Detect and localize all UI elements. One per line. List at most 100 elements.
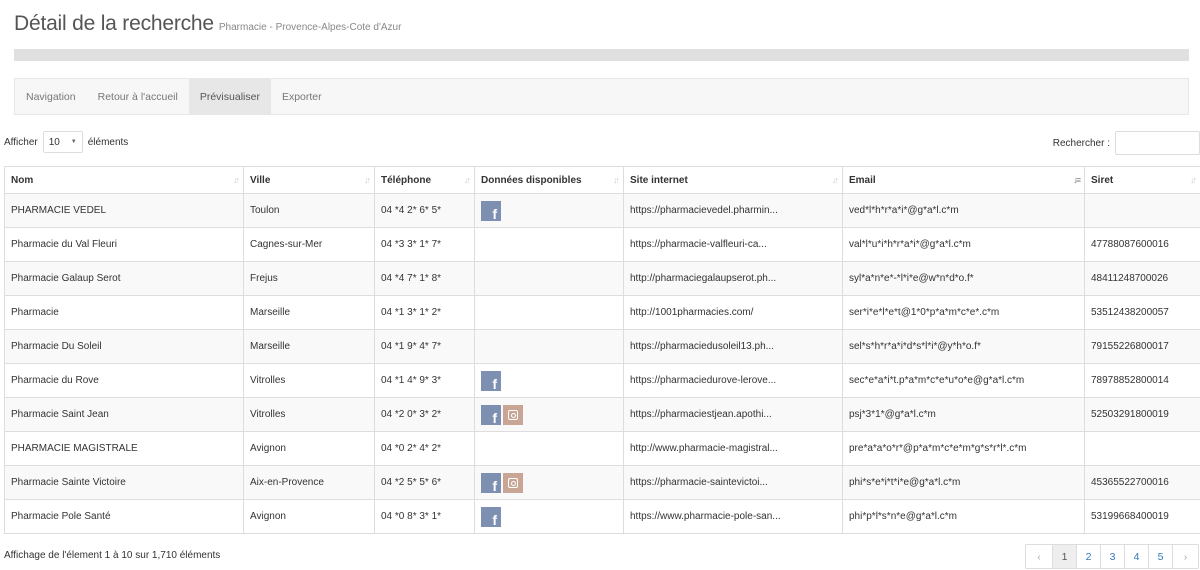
phone-cell: 04 *3 3* 1* 7* [374, 227, 475, 262]
table-row: Pharmacie Galaup Serot Frejus 04 *4 7* 1* … [4, 261, 1200, 296]
email-cell: sec*e*a*i*t.p*a*m*c*e*u*o*e@g*a*l.c*m [842, 363, 1085, 398]
name-cell: Pharmacie Pole Santé [4, 499, 244, 534]
previous-page-button[interactable]: ‹ [1026, 545, 1052, 568]
name-cell: Pharmacie du Rove [4, 363, 244, 398]
column-header-label: Téléphone [381, 174, 432, 186]
siret-cell: 48411248700026 [1084, 261, 1200, 296]
city-cell: Avignon [243, 431, 375, 466]
search-label: Rechercher : [1052, 137, 1110, 149]
instagram-icon[interactable] [503, 472, 523, 493]
phone-cell: 04 *1 9* 4* 7* [374, 329, 475, 364]
email-cell: ser*i*e*l*e*t@1*0*p*a*m*c*e*.c*m [842, 295, 1085, 330]
siret-cell [1084, 431, 1200, 466]
available-data-cell [474, 295, 624, 330]
table-row: PHARMACIE MAGISTRALE Avignon 04 *0 2* 4* 2… [4, 431, 1200, 466]
facebook-icon[interactable]: f [481, 506, 501, 527]
table-row: Pharmacie Sainte Victoire Aix-en-Provence… [4, 465, 1200, 500]
available-data-cell: f [474, 499, 624, 534]
siret-cell: 47788087600016 [1084, 227, 1200, 262]
page-1-button[interactable]: 1 [1052, 545, 1076, 568]
page-5-button[interactable]: 5 [1148, 545, 1172, 568]
email-cell: psj*3*1*@g*a*l.c*m [842, 397, 1085, 432]
toolbar-item-exporter[interactable]: Exporter [271, 79, 333, 114]
column-header[interactable]: Siret ↓↑ [1084, 166, 1200, 194]
name-cell: Pharmacie [4, 295, 244, 330]
name-cell: Pharmacie Sainte Victoire [4, 465, 244, 500]
website-cell: https://pharmacie-saintevictoi... [623, 465, 843, 500]
available-data-cell [474, 431, 624, 466]
email-cell: syl*a*n*e*-*l*i*e@w*n*d*o.f* [842, 261, 1085, 296]
column-header[interactable]: Email ↓≡ [842, 166, 1085, 194]
website-cell: https://pharmaciedurove-lerove... [623, 363, 843, 398]
sort-icon: ↓↑ [464, 175, 471, 185]
progress-fill [14, 49, 1189, 61]
show-label: Afficher [4, 136, 38, 148]
page-length-select[interactable]: 10 ▼ [42, 131, 83, 153]
siret-cell: 53512438200057 [1084, 295, 1200, 330]
page-3-button[interactable]: 3 [1100, 545, 1124, 568]
toolbar-item-navigation[interactable]: Navigation [15, 79, 87, 114]
next-page-button[interactable]: › [1172, 545, 1198, 568]
search-input[interactable] [1115, 131, 1200, 155]
page-length-value: 10 [48, 136, 60, 148]
toolbar-item-retour-l-accueil[interactable]: Retour à l'accueil [87, 79, 189, 114]
page-subtitle: Pharmacie - Provence-Alpes-Cote d'Azur [218, 22, 402, 33]
email-cell: sel*s*h*r*a*i*d*s*l*i*@y*h*o.f* [842, 329, 1085, 364]
available-data-cell [474, 227, 624, 262]
website-cell: https://pharmacievedel.pharmin... [623, 193, 843, 228]
phone-cell: 04 *0 8* 3* 1* [374, 499, 475, 534]
facebook-icon[interactable]: f [481, 200, 501, 221]
sort-icon: ↓↑ [1190, 175, 1197, 185]
city-cell: Frejus [243, 261, 375, 296]
email-cell: pre*a*a*o*r*@p*a*m*c*e*m*g*s*r*l*.c*m [842, 431, 1085, 466]
website-cell: http://www.pharmacie-magistral... [623, 431, 843, 466]
column-header-label: Siret [1091, 174, 1114, 186]
website-cell: https://www.pharmacie-pole-san... [623, 499, 843, 534]
table-row: Pharmacie du Rove Vitrolles 04 *1 4* 9* 3*… [4, 363, 1200, 398]
sort-icon: ↓↑ [832, 175, 839, 185]
phone-cell: 04 *0 2* 4* 2* [374, 431, 475, 466]
available-data-cell: f [474, 465, 624, 500]
column-header[interactable]: Nom ↓↑ [4, 166, 244, 194]
name-cell: Pharmacie du Val Fleuri [4, 227, 244, 262]
page-header: Détail de la recherche Pharmacie - Prove… [14, 12, 401, 36]
column-header-label: Email [849, 174, 876, 186]
column-header[interactable]: Site internet ↓↑ [623, 166, 843, 194]
results-table: Nom ↓↑ Ville ↓↑ Téléphone ↓↑ Données disponibl… [4, 166, 1200, 534]
page-4-button[interactable]: 4 [1124, 545, 1148, 568]
toolbar-item-pr-visualiser[interactable]: Prévisualiser [188, 79, 271, 114]
page-title: Détail de la recherche [14, 12, 214, 35]
column-header[interactable]: Ville ↓↑ [243, 166, 375, 194]
name-cell: Pharmacie Du Soleil [4, 329, 244, 364]
phone-cell: 04 *2 0* 3* 2* [374, 397, 475, 432]
facebook-icon[interactable]: f [481, 370, 501, 391]
name-cell: Pharmacie Galaup Serot [4, 261, 244, 296]
facebook-icon[interactable]: f [481, 404, 501, 425]
search-control: Rechercher : [1053, 131, 1200, 155]
siret-cell [1084, 193, 1200, 228]
website-cell: https://pharmaciedusoleil13.ph... [623, 329, 843, 364]
phone-cell: 04 *2 5* 5* 6* [374, 465, 475, 500]
caret-down-icon: ▼ [70, 139, 77, 145]
phone-cell: 04 *1 3* 1* 2* [374, 295, 475, 330]
phone-cell: 04 *4 2* 6* 5* [374, 193, 475, 228]
available-data-cell: f [474, 397, 624, 432]
icon-group: f [481, 200, 617, 221]
available-data-cell [474, 329, 624, 364]
page-2-button[interactable]: 2 [1076, 545, 1100, 568]
city-cell: Vitrolles [243, 397, 375, 432]
table-row: PHARMACIE VEDEL Toulon 04 *4 2* 6* 5* f http… [4, 193, 1200, 228]
column-header[interactable]: Téléphone ↓↑ [374, 166, 475, 194]
icon-group: f [481, 370, 617, 391]
column-header-label: Site internet [630, 174, 688, 186]
column-header[interactable]: Données disponibles ↓↑ [474, 166, 624, 194]
city-cell: Cagnes-sur-Mer [243, 227, 375, 262]
facebook-icon[interactable]: f [481, 472, 501, 493]
icon-group: f [481, 472, 617, 493]
website-cell: http://pharmaciegalaupserot.ph... [623, 261, 843, 296]
instagram-icon[interactable] [503, 404, 523, 425]
table-row: Pharmacie du Val Fleuri Cagnes-sur-Mer 04 … [4, 227, 1200, 262]
table-body: PHARMACIE VEDEL Toulon 04 *4 2* 6* 5* f http… [4, 193, 1200, 534]
email-cell: phi*p*l*s*n*e@g*a*l.c*m [842, 499, 1085, 534]
siret-cell: 53199668400019 [1084, 499, 1200, 534]
